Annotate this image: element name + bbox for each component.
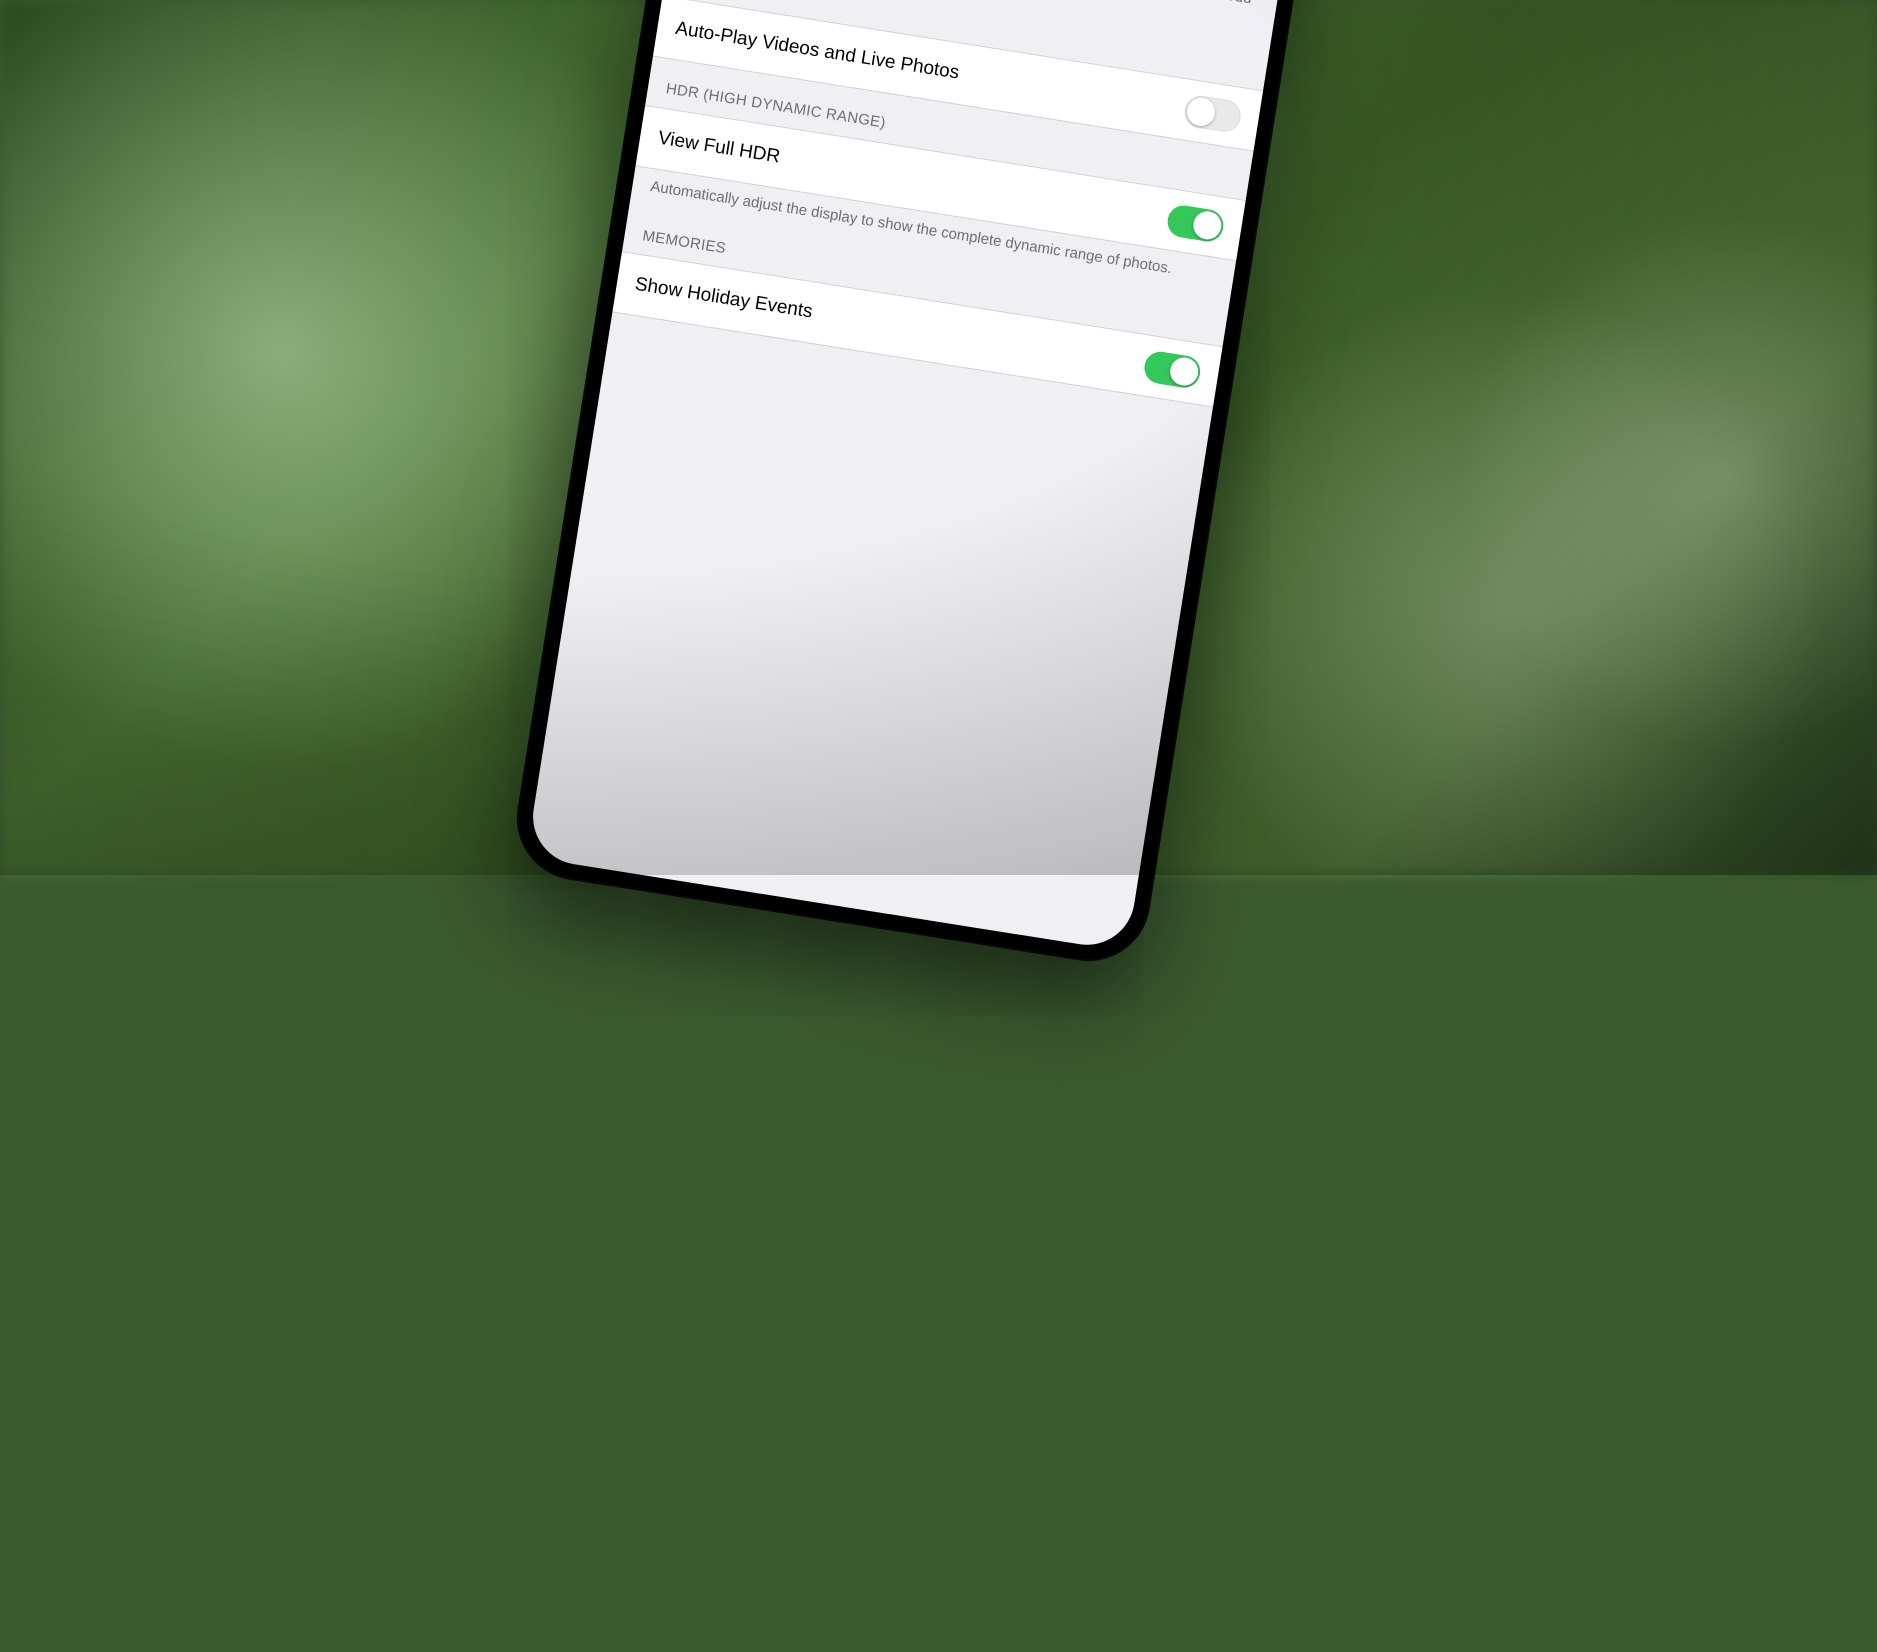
autoplay-toggle[interactable]	[1183, 94, 1243, 134]
iphone-device-frame: ‹ Settings Photos Shared Albums Create a…	[508, 0, 1340, 970]
settings-content[interactable]: Shared Albums Create albums to share wit…	[612, 0, 1307, 407]
view-full-hdr-label: View Full HDR	[657, 127, 782, 168]
view-full-hdr-toggle[interactable]	[1165, 203, 1225, 243]
show-holiday-label: Show Holiday Events	[633, 274, 814, 324]
screen: ‹ Settings Photos Shared Albums Create a…	[526, 0, 1322, 952]
show-holiday-toggle[interactable]	[1142, 349, 1202, 389]
